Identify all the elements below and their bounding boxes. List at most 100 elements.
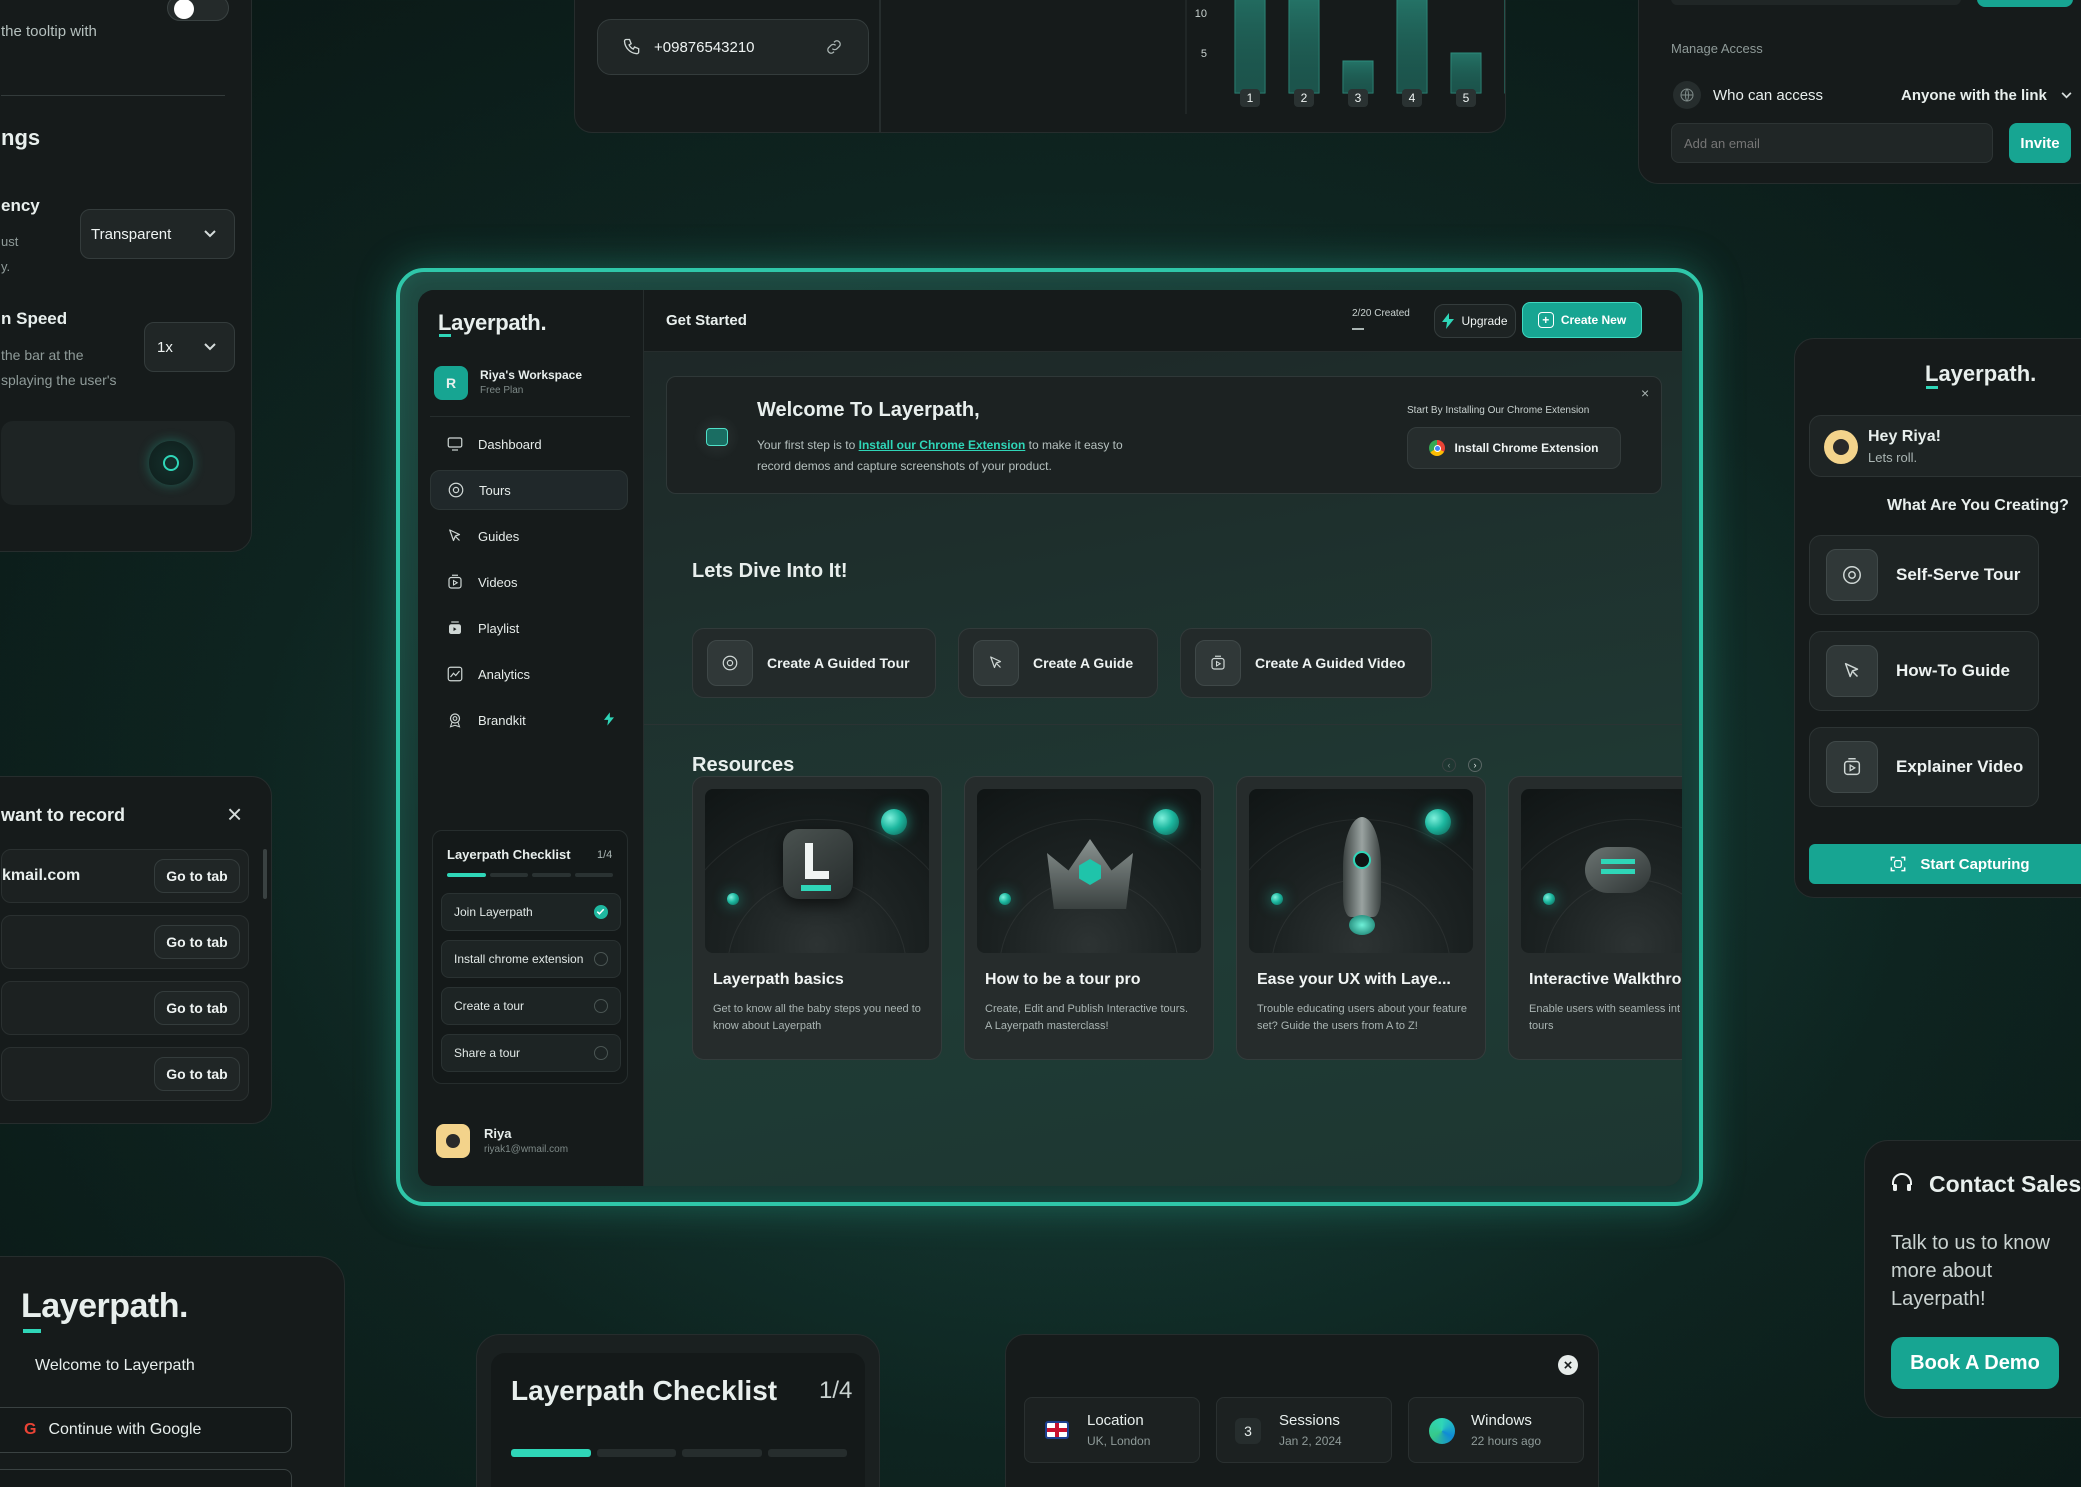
playlist-icon — [444, 617, 466, 639]
welcome-illustration-icon — [693, 413, 741, 461]
user-name: Riya — [484, 1126, 512, 1141]
sidebar-item-guides[interactable]: Guides — [430, 516, 628, 556]
resource-card[interactable]: Layerpath basics Get to know all the baby… — [692, 776, 942, 1060]
resource-title: How to be a tour pro — [985, 971, 1141, 988]
tooltip-toggle[interactable] — [167, 0, 229, 21]
go-to-tab-button[interactable]: Go to tab — [154, 925, 240, 959]
progress-segment — [447, 873, 486, 877]
greeting-text: Hey Riya! — [1868, 428, 1941, 445]
create-brand-underline — [1926, 386, 1938, 389]
start-capturing-button[interactable]: Start Capturing — [1809, 844, 2081, 884]
sidebar-item-videos[interactable]: Videos — [430, 562, 628, 602]
go-to-tab-button[interactable]: Go to tab — [154, 1057, 240, 1091]
resource-card[interactable]: How to be a tour pro Create, Edit and Pub… — [964, 776, 1214, 1060]
empty-circle-icon[interactable] — [594, 999, 608, 1013]
go-to-tab-button[interactable]: Go to tab — [154, 991, 240, 1025]
access-select[interactable]: Anyone with the link — [1901, 87, 2072, 104]
record-tab-row: Go to tab — [1, 915, 249, 969]
transparency-label: ency — [1, 196, 40, 215]
access-top-button[interactable] — [1977, 0, 2073, 7]
sidebar-item-analytics[interactable]: Analytics — [430, 654, 628, 694]
resource-card[interactable]: Interactive Walkthro Enable users with se… — [1508, 776, 1682, 1060]
creating-question: What Are You Creating? — [1887, 497, 2069, 514]
record-panel: want to record × kmail.com Go to tab Go to… — [0, 776, 272, 1124]
sidebar-item-label: Brandkit — [478, 712, 526, 728]
login-next-button[interactable] — [0, 1469, 292, 1487]
action-create-a-guided-video[interactable]: Create A Guided Video — [1180, 628, 1432, 698]
cursor-icon — [973, 640, 1019, 686]
access-panel: Manage Access Who can access Anyone with… — [1638, 0, 2081, 184]
checklist-big-progress: 1/4 — [819, 1377, 853, 1404]
avatar — [436, 1124, 470, 1158]
greeting-sub: Lets roll. — [1868, 450, 1918, 465]
create-option-explainer-video[interactable]: Explainer Video — [1809, 727, 2039, 807]
target-icon — [445, 479, 467, 501]
checklist-card: Layerpath Checklist 1/4 Join Layerpath In… — [432, 830, 628, 1084]
check-circle-icon[interactable] — [594, 905, 608, 919]
checklist-item[interactable]: Install chrome extension — [441, 940, 621, 978]
transparency-desc2: y. — [1, 259, 11, 274]
phone-number: +09876543210 — [654, 38, 755, 56]
book-demo-button[interactable]: Book A Demo — [1891, 1337, 2059, 1389]
video-icon — [1195, 640, 1241, 686]
create-option-label: Explainer Video — [1896, 757, 2024, 776]
extension-hint: Start By Installing Our Chrome Extension — [1407, 405, 1590, 416]
welcome-text: Your first step is to Install our Chrome… — [757, 435, 1147, 477]
close-icon[interactable]: × — [1558, 1355, 1578, 1375]
progress-segment — [532, 873, 571, 877]
upgrade-button[interactable]: Upgrade — [1434, 304, 1516, 338]
checklist-progress-bar — [447, 873, 613, 877]
go-to-tab-button[interactable]: Go to tab — [154, 859, 240, 893]
create-new-label: Create New — [1560, 313, 1627, 327]
sidebar-item-tours[interactable]: Tours — [430, 470, 628, 510]
close-icon[interactable]: × — [1641, 385, 1649, 401]
close-icon[interactable]: × — [227, 799, 242, 830]
google-icon: G — [24, 1421, 37, 1438]
create-option-how-to-guide[interactable]: How-To Guide — [1809, 631, 2039, 711]
checklist-item[interactable]: Share a tour — [441, 1034, 621, 1072]
workspace-avatar: R — [434, 366, 468, 400]
workspace-switcher[interactable]: R Riya's Workspace Free Plan — [430, 362, 630, 406]
who-can-access-label: Who can access — [1713, 87, 1824, 104]
record-tab-name: kmail.com — [2, 867, 81, 884]
next-arrow-icon[interactable]: › — [1468, 758, 1482, 772]
progress-segment — [489, 873, 528, 877]
phone-icon — [622, 37, 642, 57]
transparency-select[interactable]: Transparent — [80, 209, 235, 259]
empty-circle-icon[interactable] — [594, 952, 608, 966]
sidebar-item-brandkit[interactable]: Brandkit — [430, 700, 628, 740]
progress-segment — [574, 873, 613, 877]
create-new-button[interactable]: + Create New — [1522, 302, 1642, 338]
sidebar-item-playlist[interactable]: Playlist — [430, 608, 628, 648]
resource-title: Ease your UX with Laye... — [1257, 971, 1451, 988]
resource-card[interactable]: Ease your UX with Laye... Trouble educati… — [1236, 776, 1486, 1060]
record-indicator-icon[interactable] — [149, 441, 193, 485]
chrome-icon — [1429, 440, 1446, 456]
prev-arrow-icon[interactable]: ‹ — [1442, 758, 1456, 772]
install-chrome-button[interactable]: Install Chrome Extension — [1407, 427, 1621, 469]
sidebar-item-dashboard[interactable]: Dashboard — [430, 424, 628, 464]
record-rows: kmail.com Go to tab Go to tab Go to tab Go t… — [1, 849, 249, 1109]
speed-select[interactable]: 1x — [144, 322, 235, 372]
create-option-self-serve-tour[interactable]: Self-Serve Tour — [1809, 535, 2039, 615]
phone-field[interactable]: +09876543210 — [597, 19, 869, 75]
chevron-down-icon — [204, 230, 216, 238]
session-item-sub: Jan 2, 2024 — [1279, 1434, 1342, 1448]
action-create-a-guide[interactable]: Create A Guide — [958, 628, 1158, 698]
record-scrollbar[interactable] — [263, 849, 267, 899]
action-create-a-guided-tour[interactable]: Create A Guided Tour — [692, 628, 936, 698]
link-icon[interactable] — [824, 37, 844, 57]
checklist-title: Layerpath Checklist — [447, 847, 571, 862]
empty-circle-icon[interactable] — [594, 1046, 608, 1060]
preview-box — [1, 421, 235, 505]
invite-button[interactable]: Invite — [2009, 123, 2071, 163]
email-input[interactable] — [1671, 123, 1993, 163]
install-extension-link[interactable]: Install our Chrome Extension — [859, 438, 1026, 452]
checklist-item[interactable]: Create a tour — [441, 987, 621, 1025]
checklist-big-title: Layerpath Checklist — [511, 1375, 778, 1406]
google-button[interactable]: G Continue with Google — [0, 1407, 292, 1453]
user-profile[interactable]: Riya riyak1@wmail.com — [436, 1120, 626, 1164]
contact-panel: Contact Sales Talk to us to know more ab… — [1864, 1140, 2081, 1418]
sidebar-item-label: Dashboard — [478, 436, 542, 452]
checklist-item[interactable]: Join Layerpath — [441, 893, 621, 931]
